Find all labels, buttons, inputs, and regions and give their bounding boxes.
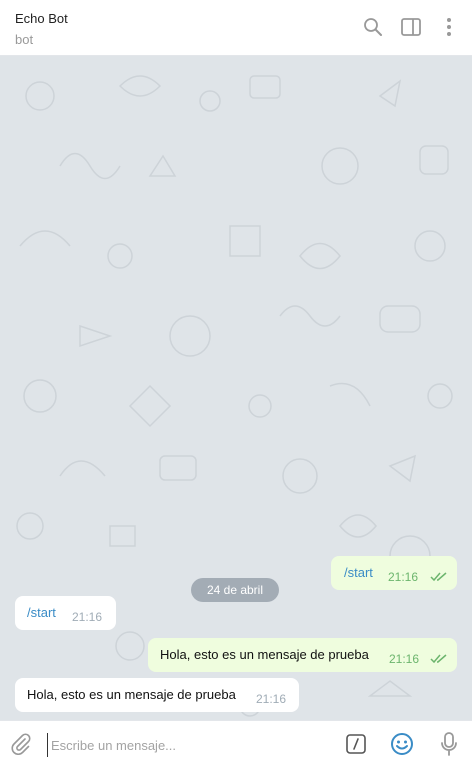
message-bubble-incoming[interactable]: Hola, esto es un mensaje de prueba 21:16 [15,678,299,712]
more-vertical-icon[interactable] [436,14,462,40]
message-list[interactable]: 24 de abril /start 21:16 /start 21:16 Ho… [0,56,472,720]
read-check-icon [430,572,447,582]
search-icon[interactable] [360,14,386,40]
message-text: Hola, esto es un mensaje de prueba [160,647,369,662]
message-bubble-outgoing[interactable]: Hola, esto es un mensaje de prueba 21:16 [148,638,457,672]
message-text: Hola, esto es un mensaje de prueba [27,687,236,702]
message-time: 21:16 [256,692,287,706]
date-separator: 24 de abril [191,578,279,602]
message-time: 21:16 [72,610,103,624]
message-text[interactable]: /start [27,605,56,620]
read-check-icon [430,654,447,664]
sidebar-toggle-icon[interactable] [398,14,424,40]
message-text[interactable]: /start [344,565,373,580]
message-time: 21:16 [389,652,420,666]
message-composer [0,720,472,767]
chat-title[interactable]: Echo Bot [15,11,68,26]
emoji-icon[interactable] [389,731,415,757]
message-bubble-incoming[interactable]: /start 21:16 [15,596,116,630]
bot-command-icon[interactable] [343,731,369,757]
microphone-icon[interactable] [436,731,462,757]
message-input[interactable] [47,733,338,757]
chat-header: Echo Bot bot [0,0,472,56]
chat-subtitle: bot [15,32,34,47]
message-time: 21:16 [388,570,419,584]
attach-icon[interactable] [8,731,34,757]
message-bubble-outgoing[interactable]: /start 21:16 [331,556,457,590]
